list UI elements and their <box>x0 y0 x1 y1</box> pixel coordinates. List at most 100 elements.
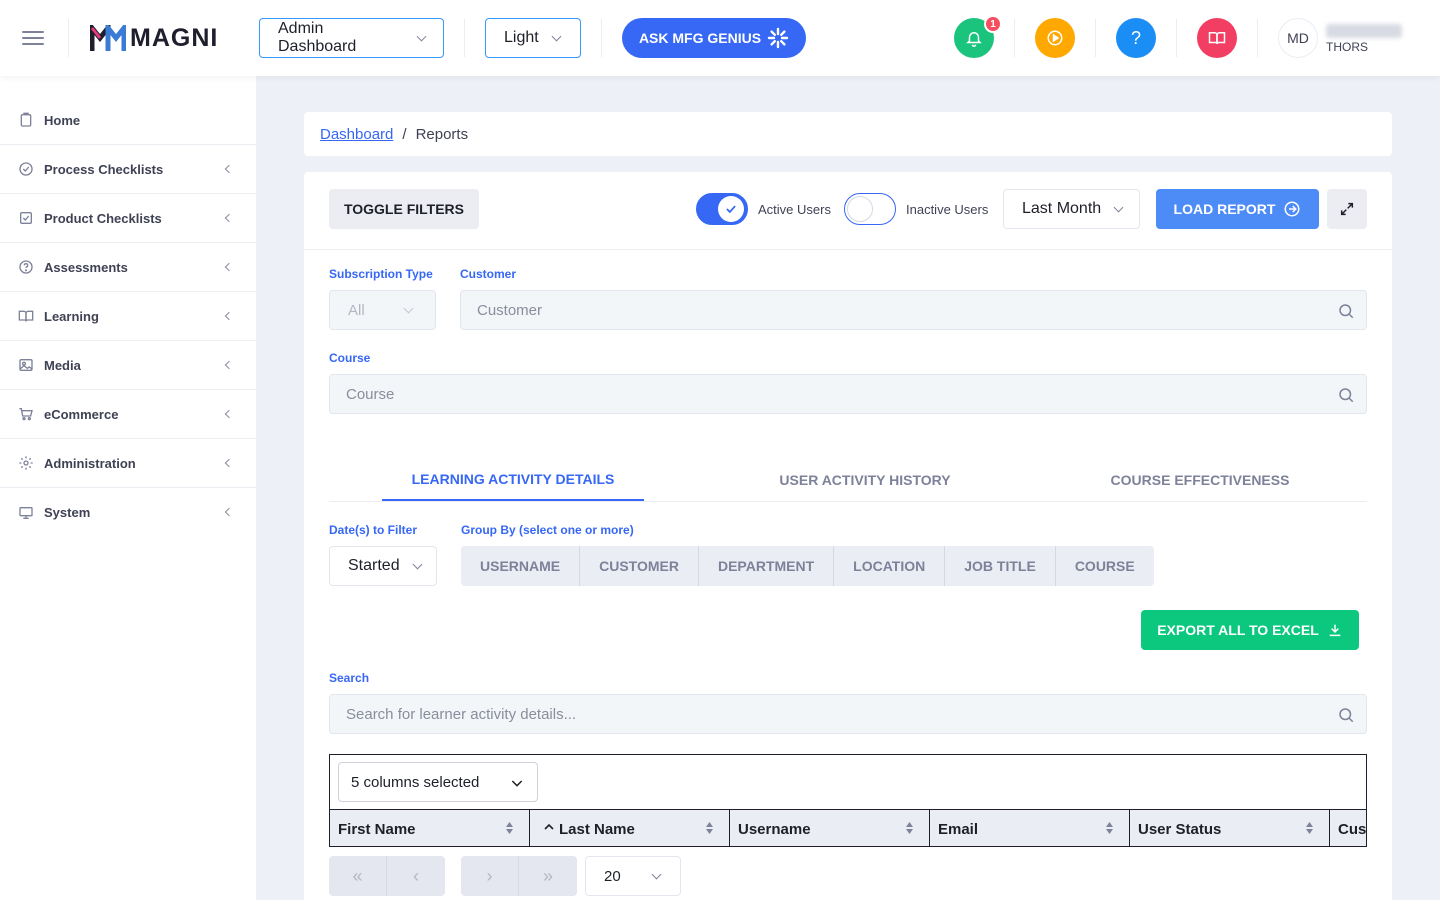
date-filter-select[interactable]: Started <box>329 546 437 586</box>
last-page-button[interactable]: » <box>519 856 577 896</box>
export-to-excel-button[interactable]: EXPORT ALL TO EXCEL <box>1141 610 1359 650</box>
sidebar-item-process-checklists[interactable]: Process Checklists <box>0 145 256 194</box>
sidebar-item-learning[interactable]: Learning <box>0 292 256 341</box>
previous-page-button[interactable]: ‹ <box>387 856 445 896</box>
subscription-type-select[interactable]: All <box>329 290 436 330</box>
user-avatar[interactable]: MD <box>1278 18 1318 58</box>
theme-select[interactable]: Light <box>485 18 581 58</box>
toggle-filters-button[interactable]: TOGGLE FILTERS <box>329 189 479 229</box>
report-table: 5 columns selected First Name Last Name … <box>329 754 1367 847</box>
sidebar-item-assessments[interactable]: Assessments <box>0 243 256 292</box>
chevron-left-icon <box>224 507 234 517</box>
period-select-value: Last Month <box>1022 200 1102 217</box>
search-icon <box>1339 304 1354 319</box>
sparkle-icon <box>767 27 789 49</box>
column-header-label: First Name <box>338 820 416 838</box>
first-page-button[interactable]: « <box>329 856 387 896</box>
period-select[interactable]: Last Month <box>1003 189 1140 229</box>
tab-course-effectiveness[interactable]: COURSE EFFECTIVENESS <box>1069 458 1331 502</box>
course-input[interactable] <box>346 385 1350 403</box>
divider <box>1257 19 1258 57</box>
chevron-down-icon <box>416 31 427 41</box>
divider <box>68 19 69 57</box>
chevron-down-icon <box>511 780 523 787</box>
sidebar-item-home[interactable]: Home <box>0 96 256 145</box>
group-by-label: Group By (select one or more) <box>461 523 634 537</box>
fullscreen-button[interactable] <box>1327 189 1367 229</box>
reports-card: TOGGLE FILTERS Active Users Inactive Use… <box>304 172 1392 900</box>
chevron-down-icon <box>403 303 414 313</box>
customer-input[interactable] <box>477 301 1350 319</box>
sidebar-item-label: Product Checklists <box>44 210 162 226</box>
page-size-select[interactable]: 20 <box>585 856 681 896</box>
load-report-button[interactable]: LOAD REPORT <box>1156 189 1319 229</box>
activity-search-field <box>329 694 1367 734</box>
check-icon <box>726 205 736 214</box>
breadcrumb-dashboard-link[interactable]: Dashboard <box>320 126 393 143</box>
group-by-customer[interactable]: CUSTOMER <box>580 546 699 586</box>
column-header-label: Last Name <box>559 820 635 838</box>
breadcrumb: Dashboard / Reports <box>304 112 1392 156</box>
question-circle-icon <box>19 260 33 274</box>
divider <box>304 249 1392 250</box>
inactive-users-toggle[interactable] <box>844 193 896 225</box>
divider <box>1176 19 1177 57</box>
column-header-label: Customer <box>1338 820 1367 838</box>
tab-divider <box>329 501 1367 502</box>
sidebar-item-label: System <box>44 505 91 520</box>
divider <box>601 19 602 57</box>
group-by-course[interactable]: COURSE <box>1056 546 1154 586</box>
sidebar-item-administration[interactable]: Administration <box>0 439 256 488</box>
export-label: EXPORT ALL TO EXCEL <box>1157 622 1319 638</box>
guide-book-button[interactable] <box>1197 18 1237 58</box>
column-header-email[interactable]: Email <box>930 810 1130 846</box>
column-header-customer[interactable]: Customer <box>1330 810 1367 846</box>
help-button[interactable]: ? <box>1116 18 1156 58</box>
sidebar-item-label: Administration <box>44 455 136 471</box>
next-page-button[interactable]: › <box>461 856 519 896</box>
sidebar-item-ecommerce[interactable]: eCommerce <box>0 390 256 439</box>
monitor-icon <box>19 506 33 519</box>
group-by-department[interactable]: DEPARTMENT <box>699 546 835 586</box>
dashboard-select[interactable]: Admin Dashboard <box>259 18 444 58</box>
sidebar-item-system[interactable]: System <box>0 488 256 537</box>
column-header-username[interactable]: Username <box>730 810 930 846</box>
expand-icon <box>1340 202 1354 216</box>
column-header-first-name[interactable]: First Name <box>330 810 530 846</box>
activity-search-input[interactable] <box>346 705 1350 723</box>
sort-icon <box>906 822 913 834</box>
divider <box>1014 19 1015 57</box>
column-header-user-status[interactable]: User Status <box>1130 810 1330 846</box>
chevron-down-icon <box>551 31 562 41</box>
column-selector[interactable]: 5 columns selected <box>338 762 538 802</box>
chevron-down-icon <box>1113 202 1124 212</box>
notifications-button[interactable]: 1 <box>954 15 1002 58</box>
play-circle-icon <box>1047 30 1063 46</box>
group-by-username[interactable]: USERNAME <box>461 546 581 586</box>
chevron-down-icon <box>412 559 423 569</box>
ask-mfg-genius-button[interactable]: ASK MFG GENIUS <box>622 18 806 58</box>
sidebar-item-label: Home <box>44 112 81 128</box>
breadcrumb-separator: / <box>402 125 407 143</box>
logo[interactable]: MAGNI <box>90 24 218 53</box>
video-tour-button[interactable] <box>1035 18 1075 58</box>
tab-user-activity-history[interactable]: USER ACTIVITY HISTORY <box>734 458 996 502</box>
chevron-left-icon <box>224 458 234 468</box>
sidebar-item-product-checklists[interactable]: Product Checklists <box>0 194 256 243</box>
sidebar-item-label: Learning <box>44 308 99 324</box>
column-header-last-name[interactable]: Last Name <box>530 810 730 846</box>
check-circle-icon <box>19 162 33 176</box>
chevron-left-icon <box>224 311 234 321</box>
image-icon <box>19 359 33 371</box>
toggle-knob <box>718 196 744 222</box>
user-company: THORS <box>1326 40 1368 54</box>
group-by-job-title[interactable]: JOB TITLE <box>945 546 1056 586</box>
group-by-location[interactable]: LOCATION <box>834 546 946 586</box>
notification-count-badge: 1 <box>984 15 1002 33</box>
tab-learning-activity-details[interactable]: LEARNING ACTIVITY DETAILS <box>382 458 644 502</box>
user-name-blurred <box>1326 24 1402 38</box>
hamburger-menu-icon[interactable] <box>22 31 44 47</box>
active-users-toggle[interactable] <box>696 193 748 225</box>
dashboard-select-value: Admin Dashboard <box>278 20 357 55</box>
sidebar-item-media[interactable]: Media <box>0 341 256 390</box>
